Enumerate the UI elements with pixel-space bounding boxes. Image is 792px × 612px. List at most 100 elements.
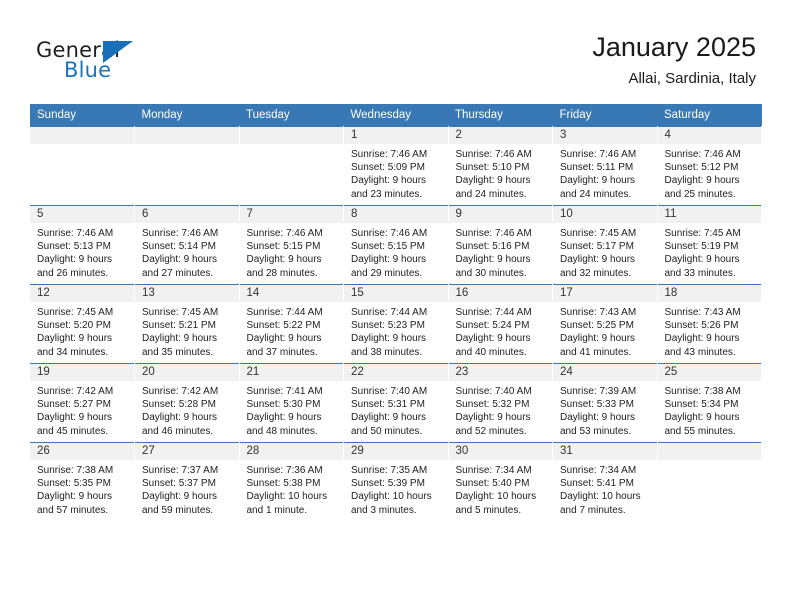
- day-number: 3: [553, 127, 657, 144]
- calendar-day-cell[interactable]: 23 Sunrise: 7:40 AM Sunset: 5:32 PM Dayl…: [448, 363, 553, 443]
- sunset-text: Sunset: 5:16 PM: [455, 241, 530, 253]
- calendar-day-cell[interactable]: [657, 442, 762, 521]
- calendar-day-cell[interactable]: 24 Sunrise: 7:39 AM Sunset: 5:33 PM Dayl…: [552, 363, 658, 443]
- weekday-header-thursday: Thursday: [448, 104, 553, 127]
- sunset-text: Sunset: 5:35 PM: [37, 478, 111, 490]
- calendar-day-cell[interactable]: 11 Sunrise: 7:45 AM Sunset: 5:19 PM Dayl…: [657, 205, 762, 285]
- sunset-text: Sunset: 5:24 PM: [455, 320, 530, 332]
- day-number: 4: [657, 127, 761, 144]
- calendar-week-row: 19 Sunrise: 7:42 AM Sunset: 5:27 PM Dayl…: [30, 363, 762, 443]
- weekday-header-wednesday: Wednesday: [343, 104, 448, 127]
- sunrise-text: Sunrise: 7:40 AM: [455, 386, 532, 397]
- calendar-day-cell[interactable]: 27 Sunrise: 7:37 AM Sunset: 5:37 PM Dayl…: [134, 442, 240, 521]
- calendar-day-cell[interactable]: 17 Sunrise: 7:43 AM Sunset: 5:25 PM Dayl…: [552, 284, 658, 364]
- sunrise-text: Sunrise: 7:46 AM: [142, 228, 219, 239]
- calendar-day-cell[interactable]: 31 Sunrise: 7:34 AM Sunset: 5:41 PM Dayl…: [552, 442, 658, 521]
- day-details: Sunrise: 7:38 AM Sunset: 5:34 PM Dayligh…: [658, 381, 762, 438]
- sunrise-text: Sunrise: 7:35 AM: [351, 465, 428, 476]
- day-number: 14: [239, 285, 343, 302]
- calendar-day-cell[interactable]: 19 Sunrise: 7:42 AM Sunset: 5:27 PM Dayl…: [30, 363, 135, 443]
- calendar-day-cell[interactable]: 15 Sunrise: 7:44 AM Sunset: 5:23 PM Dayl…: [343, 284, 449, 364]
- brand-logo[interactable]: General Blue: [36, 38, 216, 90]
- daylight-text-line2: and 59 minutes.: [142, 504, 214, 516]
- calendar-day-cell[interactable]: 30 Sunrise: 7:34 AM Sunset: 5:40 PM Dayl…: [448, 442, 553, 521]
- day-number: 26: [30, 443, 134, 460]
- day-number: 23: [448, 364, 552, 381]
- sunrise-text: Sunrise: 7:45 AM: [664, 228, 741, 239]
- day-details: Sunrise: 7:42 AM Sunset: 5:27 PM Dayligh…: [30, 381, 134, 438]
- day-number: 22: [344, 364, 448, 381]
- calendar-day-cell[interactable]: 12 Sunrise: 7:45 AM Sunset: 5:20 PM Dayl…: [30, 284, 135, 364]
- calendar-day-cell[interactable]: 21 Sunrise: 7:41 AM Sunset: 5:30 PM Dayl…: [239, 363, 344, 443]
- day-number: [30, 127, 134, 144]
- sunset-text: Sunset: 5:15 PM: [351, 241, 425, 253]
- day-details: [135, 144, 239, 148]
- calendar-day-cell[interactable]: 3 Sunrise: 7:46 AM Sunset: 5:11 PM Dayli…: [552, 126, 658, 206]
- daylight-text-line2: and 3 minutes.: [351, 504, 417, 516]
- daylight-text-line2: and 37 minutes.: [246, 346, 318, 358]
- sunset-text: Sunset: 5:19 PM: [664, 241, 739, 253]
- calendar-page: General Blue January 2025 Allai, Sardini…: [0, 0, 792, 612]
- page-header: General Blue January 2025 Allai, Sardini…: [0, 0, 792, 104]
- calendar-day-cell[interactable]: 13 Sunrise: 7:45 AM Sunset: 5:21 PM Dayl…: [134, 284, 240, 364]
- calendar-day-cell[interactable]: 1 Sunrise: 7:46 AM Sunset: 5:09 PM Dayli…: [343, 126, 449, 206]
- day-details: Sunrise: 7:46 AM Sunset: 5:13 PM Dayligh…: [30, 223, 134, 280]
- calendar-day-cell[interactable]: 22 Sunrise: 7:40 AM Sunset: 5:31 PM Dayl…: [343, 363, 449, 443]
- sunset-text: Sunset: 5:33 PM: [560, 399, 634, 411]
- day-number: 1: [344, 127, 448, 144]
- calendar-day-cell[interactable]: 5 Sunrise: 7:46 AM Sunset: 5:13 PM Dayli…: [30, 205, 135, 285]
- day-details: Sunrise: 7:43 AM Sunset: 5:26 PM Dayligh…: [658, 302, 762, 359]
- sunset-text: Sunset: 5:40 PM: [455, 478, 530, 490]
- daylight-text-line1: Daylight: 9 hours: [246, 254, 322, 266]
- day-details: Sunrise: 7:40 AM Sunset: 5:31 PM Dayligh…: [344, 381, 448, 438]
- day-number: 24: [553, 364, 657, 381]
- day-details: Sunrise: 7:45 AM Sunset: 5:19 PM Dayligh…: [658, 223, 762, 280]
- daylight-text-line1: Daylight: 9 hours: [664, 175, 740, 187]
- day-number: [135, 127, 239, 144]
- day-details: Sunrise: 7:34 AM Sunset: 5:41 PM Dayligh…: [553, 460, 657, 517]
- calendar-day-cell[interactable]: 16 Sunrise: 7:44 AM Sunset: 5:24 PM Dayl…: [448, 284, 553, 364]
- day-details: Sunrise: 7:46 AM Sunset: 5:09 PM Dayligh…: [344, 144, 448, 201]
- calendar-day-cell[interactable]: 2 Sunrise: 7:46 AM Sunset: 5:10 PM Dayli…: [448, 126, 553, 206]
- daylight-text-line2: and 26 minutes.: [37, 267, 109, 279]
- calendar-day-cell[interactable]: 14 Sunrise: 7:44 AM Sunset: 5:22 PM Dayl…: [239, 284, 344, 364]
- sunrise-text: Sunrise: 7:46 AM: [37, 228, 114, 239]
- sunrise-text: Sunrise: 7:46 AM: [560, 149, 637, 160]
- daylight-text-line2: and 53 minutes.: [560, 425, 632, 437]
- weekday-header-sunday: Sunday: [30, 104, 135, 127]
- daylight-text-line1: Daylight: 9 hours: [664, 333, 740, 345]
- calendar-table: Sunday Monday Tuesday Wednesday Thursday…: [30, 104, 762, 521]
- calendar-day-cell[interactable]: 4 Sunrise: 7:46 AM Sunset: 5:12 PM Dayli…: [657, 126, 762, 206]
- calendar-day-cell[interactable]: 8 Sunrise: 7:46 AM Sunset: 5:15 PM Dayli…: [343, 205, 449, 285]
- day-details: [30, 144, 134, 148]
- title-block: January 2025 Allai, Sardinia, Italy: [592, 30, 756, 89]
- calendar-day-cell[interactable]: 18 Sunrise: 7:43 AM Sunset: 5:26 PM Dayl…: [657, 284, 762, 364]
- calendar-day-cell[interactable]: [239, 126, 344, 206]
- sunrise-text: Sunrise: 7:44 AM: [351, 307, 428, 318]
- day-number: 11: [657, 206, 761, 223]
- daylight-text-line2: and 24 minutes.: [560, 188, 632, 200]
- sunset-text: Sunset: 5:30 PM: [246, 399, 321, 411]
- calendar-day-cell[interactable]: 29 Sunrise: 7:35 AM Sunset: 5:39 PM Dayl…: [343, 442, 449, 521]
- daylight-text-line1: Daylight: 9 hours: [664, 412, 740, 424]
- calendar-day-cell[interactable]: 7 Sunrise: 7:46 AM Sunset: 5:15 PM Dayli…: [239, 205, 344, 285]
- weekday-header-saturday: Saturday: [657, 104, 762, 127]
- calendar-day-cell[interactable]: 6 Sunrise: 7:46 AM Sunset: 5:14 PM Dayli…: [134, 205, 240, 285]
- day-details: Sunrise: 7:42 AM Sunset: 5:28 PM Dayligh…: [135, 381, 239, 438]
- daylight-text-line2: and 52 minutes.: [455, 425, 527, 437]
- sunrise-text: Sunrise: 7:44 AM: [455, 307, 532, 318]
- calendar-day-cell[interactable]: 28 Sunrise: 7:36 AM Sunset: 5:38 PM Dayl…: [239, 442, 344, 521]
- calendar-day-cell[interactable]: 10 Sunrise: 7:45 AM Sunset: 5:17 PM Dayl…: [552, 205, 658, 285]
- day-number: 30: [448, 443, 552, 460]
- calendar-day-cell[interactable]: 26 Sunrise: 7:38 AM Sunset: 5:35 PM Dayl…: [30, 442, 135, 521]
- day-details: [240, 144, 344, 148]
- calendar-day-cell[interactable]: [134, 126, 240, 206]
- day-details: Sunrise: 7:46 AM Sunset: 5:15 PM Dayligh…: [240, 223, 344, 280]
- calendar-day-cell[interactable]: 9 Sunrise: 7:46 AM Sunset: 5:16 PM Dayli…: [448, 205, 553, 285]
- daylight-text-line2: and 7 minutes.: [560, 504, 626, 516]
- calendar-day-cell[interactable]: [30, 126, 135, 206]
- calendar-day-cell[interactable]: 25 Sunrise: 7:38 AM Sunset: 5:34 PM Dayl…: [657, 363, 762, 443]
- daylight-text-line1: Daylight: 9 hours: [37, 254, 113, 266]
- calendar-day-cell[interactable]: 20 Sunrise: 7:42 AM Sunset: 5:28 PM Dayl…: [134, 363, 240, 443]
- sunset-text: Sunset: 5:15 PM: [246, 241, 321, 253]
